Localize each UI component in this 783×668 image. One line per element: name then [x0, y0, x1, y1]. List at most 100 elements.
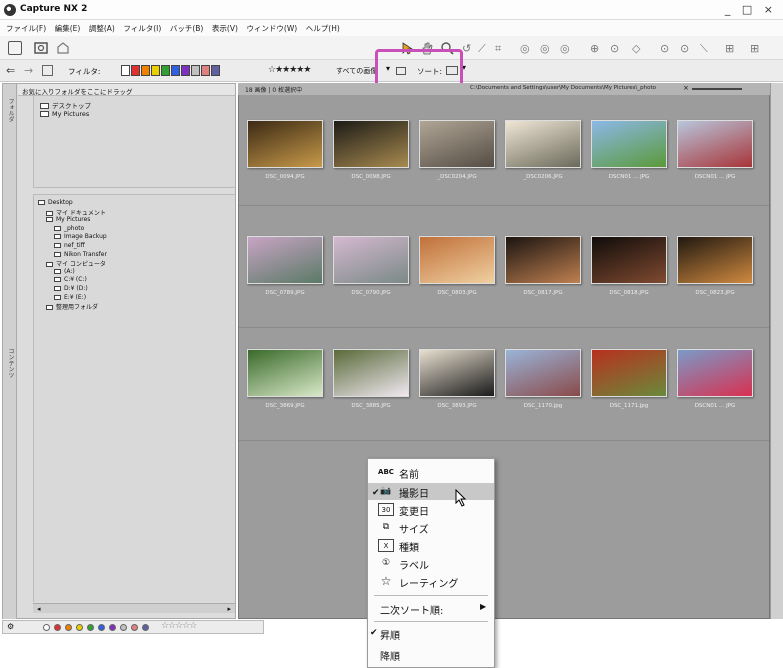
black-point-icon[interactable]: ⊙: [610, 42, 619, 55]
thumbnail-image[interactable]: [591, 120, 667, 168]
label-dot[interactable]: [65, 624, 72, 631]
all-images-dropdown[interactable]: すべての画像: [336, 66, 377, 76]
redeye-icon[interactable]: ◎: [520, 42, 530, 55]
tree-item[interactable]: _photo: [54, 225, 84, 232]
selection-brush-icon[interactable]: ⊙: [660, 42, 669, 55]
label-filter-box[interactable]: [181, 65, 190, 76]
label-dot[interactable]: [87, 624, 94, 631]
menu-view[interactable]: 表示(V): [212, 23, 238, 34]
menu-item-descending[interactable]: 降順: [368, 646, 494, 663]
thumbnail-image[interactable]: [247, 236, 323, 284]
color-control-point-icon[interactable]: ⊕: [590, 42, 599, 55]
label-filter-box[interactable]: [151, 65, 160, 76]
menu-item-label[interactable]: ① ラベル: [368, 555, 494, 572]
menu-item-rating[interactable]: ☆ レーティング: [368, 573, 494, 591]
fill-icon[interactable]: ⊞: [725, 42, 734, 55]
scroll-right-icon[interactable]: ▸: [227, 605, 231, 613]
label-dot[interactable]: [43, 624, 50, 631]
lasso-icon[interactable]: ◇: [632, 42, 640, 55]
label-dot[interactable]: [142, 624, 149, 631]
back-arrow-icon[interactable]: ⇐: [6, 64, 15, 77]
menu-filter[interactable]: フィルタ(I): [123, 23, 161, 34]
menu-adjust[interactable]: 調整(A): [89, 23, 115, 34]
tree-item[interactable]: D:¥ (D:): [54, 285, 88, 292]
label-dot[interactable]: [131, 624, 138, 631]
rotate-icon[interactable]: ↺: [462, 42, 471, 55]
label-filter-box[interactable]: [131, 65, 140, 76]
menu-item-modified-date[interactable]: 30 変更日: [368, 501, 494, 518]
tree-item[interactable]: E:¥ (E:): [54, 294, 86, 301]
thumbnail-image[interactable]: [677, 120, 753, 168]
thumbnail-image[interactable]: [419, 349, 495, 397]
label-dot[interactable]: [109, 624, 116, 631]
thumbnail-image[interactable]: [419, 120, 495, 168]
thumbnail-image[interactable]: [247, 120, 323, 168]
label-dot[interactable]: [76, 624, 83, 631]
thumbnail-image[interactable]: [591, 349, 667, 397]
label-filter-box[interactable]: [171, 65, 180, 76]
label-filter-box[interactable]: [201, 65, 210, 76]
erase-icon[interactable]: ⊞: [750, 42, 759, 55]
menu-file[interactable]: ファイル(F): [6, 23, 46, 34]
thumbnail-image[interactable]: [677, 236, 753, 284]
label-filter-box[interactable]: [211, 65, 220, 76]
menu-item-ascending[interactable]: 昇順: [368, 625, 494, 642]
up-folder-icon[interactable]: [42, 65, 53, 76]
thumbnail-image[interactable]: [505, 349, 581, 397]
label-dot[interactable]: [120, 624, 127, 631]
menu-item-capture-date[interactable]: 📷 撮影日: [368, 483, 494, 500]
browser-mode-icon[interactable]: [8, 41, 22, 55]
status-rating[interactable]: ☆☆☆☆☆: [161, 621, 197, 631]
tree-item[interactable]: nef_tiff: [54, 242, 85, 249]
gradient-icon[interactable]: ⟍: [700, 42, 708, 56]
menu-help[interactable]: ヘルプ(H): [306, 23, 340, 34]
tree-item[interactable]: (A:): [54, 268, 75, 275]
thumbnail-image[interactable]: [505, 236, 581, 284]
thumbnail-image[interactable]: [677, 349, 753, 397]
scroll-left-icon[interactable]: ◂: [37, 605, 41, 613]
menu-window[interactable]: ウィンドウ(W): [246, 23, 297, 34]
right-palette-strip[interactable]: [770, 83, 783, 619]
menu-edit[interactable]: 編集(E): [55, 23, 81, 34]
retouch-icon[interactable]: ◎: [560, 42, 570, 55]
thumbnail-image[interactable]: [591, 236, 667, 284]
tree-item[interactable]: Nikon Transfer: [54, 251, 107, 258]
favorite-item[interactable]: My Pictures: [40, 110, 89, 118]
close-icon[interactable]: ×: [683, 84, 689, 92]
tree-item[interactable]: Desktop: [38, 199, 73, 206]
thumbnail-image[interactable]: [333, 120, 409, 168]
label-dot[interactable]: [98, 624, 105, 631]
label-filter-box[interactable]: [191, 65, 200, 76]
selection-plus-icon[interactable]: ⊙: [680, 42, 689, 55]
menu-item-type[interactable]: X 種類: [368, 537, 494, 554]
forward-arrow-icon[interactable]: →: [24, 64, 33, 77]
label-filter-box[interactable]: [121, 65, 130, 76]
menu-item-size[interactable]: ⧉ サイズ: [368, 519, 494, 536]
thumbnail-image[interactable]: [333, 349, 409, 397]
menu-item-secondary-sort[interactable]: 二次ソート順:: [368, 600, 494, 617]
tree-horizontal-scrollbar[interactable]: ◂ ▸: [33, 603, 235, 613]
tree-item[interactable]: My Pictures: [46, 216, 90, 223]
home-icon[interactable]: [56, 41, 70, 55]
crop-icon[interactable]: ⌗: [495, 42, 501, 56]
status-options-icon[interactable]: ⚙: [7, 622, 14, 631]
thumbnail-image[interactable]: [419, 236, 495, 284]
dust-icon[interactable]: ◎: [540, 42, 550, 55]
window-controls[interactable]: _ □ ×: [725, 3, 777, 16]
thumbnail-image[interactable]: [333, 236, 409, 284]
folder-tab[interactable]: フォルダ コンテンツ: [3, 84, 17, 619]
menu-item-name[interactable]: ABC 名前: [368, 464, 494, 481]
viewer-icon[interactable]: [34, 41, 48, 55]
label-filter-box[interactable]: [141, 65, 150, 76]
thumbnail-size-slider[interactable]: [692, 88, 742, 90]
tree-item[interactable]: Image Backup: [54, 233, 107, 240]
label-filter-box[interactable]: [161, 65, 170, 76]
thumbnail-image[interactable]: [505, 120, 581, 168]
menu-batch[interactable]: バッチ(B): [170, 23, 204, 34]
straighten-icon[interactable]: ⟋: [478, 42, 486, 56]
tree-item[interactable]: 整理用フォルダ: [46, 302, 98, 311]
rating-filter[interactable]: ☆★★★★★: [268, 65, 311, 75]
tree-item[interactable]: C:¥ (C:): [54, 276, 87, 283]
favorite-item[interactable]: デスクトップ: [40, 100, 91, 110]
label-dot[interactable]: [54, 624, 61, 631]
